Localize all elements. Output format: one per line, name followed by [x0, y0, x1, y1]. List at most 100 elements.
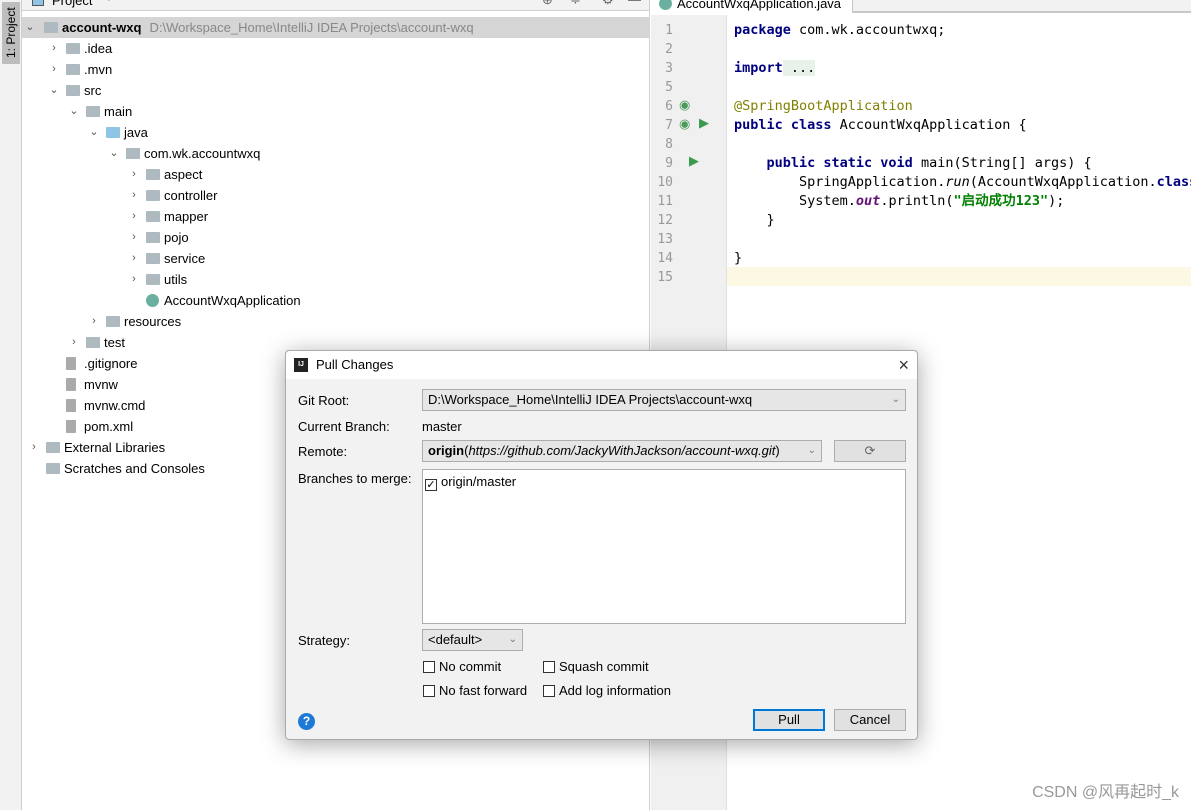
- chevron-down-icon: ⌄: [803, 441, 816, 461]
- chevron-down-icon[interactable]: ▼: [104, 0, 114, 4]
- folder-icon: [66, 64, 80, 75]
- run-icon[interactable]: ▶: [699, 115, 709, 131]
- refresh-button[interactable]: ⟳: [834, 440, 906, 462]
- branch-item[interactable]: ✓ origin/master: [425, 474, 516, 491]
- collapse-icon[interactable]: ≑: [570, 0, 581, 8]
- folder-icon: [66, 85, 80, 96]
- checkbox-checked[interactable]: ✓: [425, 479, 437, 491]
- tree-item[interactable]: ⌄ src: [22, 80, 650, 101]
- add-log-label: Add log information: [559, 683, 672, 698]
- tree-item[interactable]: ⌄ main: [22, 101, 650, 122]
- tab-label: AccountWxqApplication.java: [677, 0, 842, 11]
- git-root-label: Git Root:: [298, 393, 350, 408]
- project-tool-tab[interactable]: 1: Project: [2, 2, 20, 64]
- chevron-down-icon[interactable]: ⌄: [24, 17, 36, 38]
- close-icon[interactable]: ×: [898, 351, 909, 379]
- locate-icon[interactable]: ⊕: [542, 0, 553, 8]
- spring-bean-icon[interactable]: ◉: [679, 116, 690, 132]
- tree-item-label: External Libraries: [64, 440, 166, 455]
- chevron-right-icon[interactable]: ›: [48, 38, 60, 59]
- pull-button[interactable]: Pull: [753, 709, 825, 731]
- tree-item[interactable]: › mapper: [22, 206, 650, 227]
- code-line-3[interactable]: import ...: [734, 59, 816, 78]
- code-line-12[interactable]: }: [734, 211, 775, 230]
- code-line-7[interactable]: public class AccountWxqApplication {: [734, 116, 1027, 135]
- no-commit-checkbox[interactable]: No commit: [423, 659, 501, 674]
- hide-icon[interactable]: —: [628, 0, 641, 7]
- add-log-checkbox[interactable]: Add log information: [543, 683, 671, 698]
- tree-item-label: mapper: [164, 209, 209, 224]
- chevron-right-icon[interactable]: ›: [128, 206, 140, 227]
- tree-item[interactable]: › controller: [22, 185, 650, 206]
- chevron-down-icon[interactable]: ⌄: [48, 80, 60, 101]
- tree-item[interactable]: › aspect: [22, 164, 650, 185]
- chevron-down-icon[interactable]: ⌄: [108, 143, 120, 164]
- tree-item[interactable]: ⌄ java: [22, 122, 650, 143]
- tree-item-label: src: [84, 83, 102, 98]
- no-fast-forward-checkbox[interactable]: No fast forward: [423, 683, 527, 698]
- tree-item-label: aspect: [164, 167, 203, 182]
- tree-item[interactable]: › resources: [22, 311, 650, 332]
- tree-item[interactable]: › pojo: [22, 227, 650, 248]
- strategy-select[interactable]: <default> ⌄: [422, 629, 523, 651]
- dialog-title-bar: IJ Pull Changes ×: [286, 351, 917, 379]
- squash-commit-checkbox[interactable]: Squash commit: [543, 659, 649, 674]
- squash-commit-label: Squash commit: [559, 659, 649, 674]
- chevron-right-icon[interactable]: ›: [88, 311, 100, 332]
- line-number: 13: [657, 232, 673, 247]
- tool-window-strip: 1: Project: [0, 0, 22, 810]
- current-branch-value: master: [422, 419, 462, 434]
- tree-item-label: java: [124, 125, 148, 140]
- code-line-6[interactable]: @SpringBootApplication: [734, 97, 913, 116]
- code-line-10[interactable]: SpringApplication.run(AccountWxqApplicat…: [734, 173, 1191, 192]
- git-root-select[interactable]: D:\Workspace_Home\IntelliJ IDEA Projects…: [422, 389, 906, 411]
- code-line-11[interactable]: System.out.println("启动成功123");: [734, 192, 1064, 211]
- tree-root[interactable]: ⌄ account-wxq D:\Workspace_Home\IntelliJ …: [22, 17, 650, 38]
- tree-item[interactable]: › service: [22, 248, 650, 269]
- chevron-right-icon[interactable]: ›: [128, 164, 140, 185]
- chevron-right-icon[interactable]: ›: [68, 332, 80, 353]
- chevron-down-icon[interactable]: ⌄: [88, 122, 100, 143]
- tree-item-label: Scratches and Consoles: [64, 461, 205, 476]
- cancel-button[interactable]: Cancel: [834, 709, 906, 731]
- chevron-right-icon[interactable]: ›: [128, 269, 140, 290]
- tree-item-label: AccountWxqApplication: [164, 293, 301, 308]
- run-icon[interactable]: ▶: [689, 153, 699, 169]
- chevron-down-icon: ⌄: [508, 634, 517, 645]
- tree-item-label: com.wk.accountwxq: [144, 146, 261, 161]
- watermark: CSDN @风再起时_k: [1032, 784, 1179, 801]
- tree-item[interactable]: › utils: [22, 269, 650, 290]
- remote-select[interactable]: origin(https://github.com/JackyWithJacks…: [422, 440, 822, 462]
- help-icon[interactable]: ?: [298, 713, 315, 730]
- chevron-right-icon[interactable]: ›: [128, 185, 140, 206]
- tree-item-label: mvnw.cmd: [84, 398, 146, 413]
- spring-bean-icon[interactable]: ◉: [679, 97, 690, 113]
- tree-item[interactable]: AccountWxqApplication: [22, 290, 650, 311]
- folder-icon: [146, 190, 160, 201]
- code-line-14[interactable]: }: [734, 249, 742, 268]
- tree-item[interactable]: ⌄ com.wk.accountwxq: [22, 143, 650, 164]
- line-number: 14: [657, 251, 673, 266]
- folder-icon: [46, 463, 60, 474]
- chevron-right-icon[interactable]: ›: [48, 59, 60, 80]
- spring-class-icon: [659, 0, 672, 10]
- gear-icon[interactable]: ⚙: [602, 0, 614, 8]
- chevron-right-icon[interactable]: ›: [128, 248, 140, 269]
- chevron-right-icon[interactable]: ›: [28, 437, 40, 458]
- tree-item-label: utils: [164, 272, 188, 287]
- line-number: 2: [665, 42, 673, 57]
- tab-accountwxqapplication[interactable]: AccountWxqApplication.java ×: [651, 0, 853, 30]
- tree-item-label: test: [104, 335, 125, 350]
- tree-item[interactable]: › .idea: [22, 38, 650, 59]
- chevron-down-icon[interactable]: ⌄: [68, 101, 80, 122]
- intellij-icon: IJ: [294, 358, 308, 372]
- remote-label: Remote:: [298, 444, 348, 459]
- root-path: D:\Workspace_Home\IntelliJ IDEA Projects…: [149, 20, 474, 35]
- strategy-label: Strategy:: [298, 633, 351, 648]
- chevron-right-icon[interactable]: ›: [128, 227, 140, 248]
- code-line-9[interactable]: public static void main(String[] args) {: [734, 154, 1092, 173]
- folder-icon: [106, 127, 120, 138]
- project-view-selector[interactable]: Project: [52, 0, 92, 8]
- code-line-1[interactable]: package com.wk.accountwxq;: [734, 21, 945, 40]
- tree-item[interactable]: › .mvn: [22, 59, 650, 80]
